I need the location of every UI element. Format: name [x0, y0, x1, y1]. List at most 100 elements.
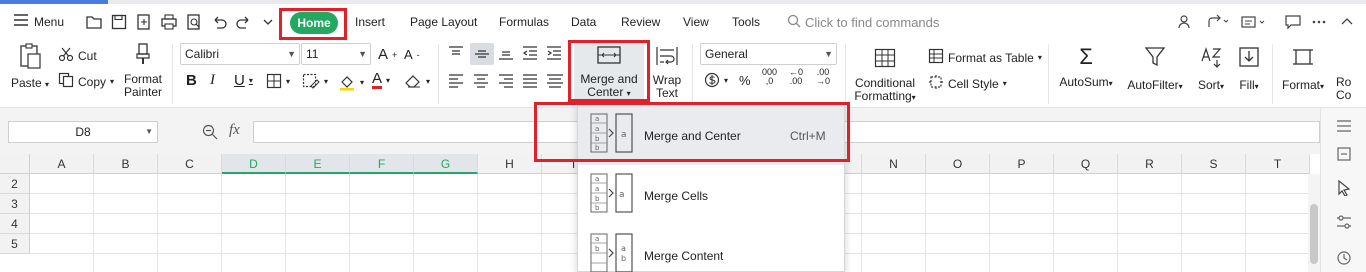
tab-review[interactable]: Review: [621, 15, 660, 29]
decrease-indent-icon[interactable]: [522, 46, 538, 60]
customize-quick-access-icon[interactable]: [262, 13, 280, 31]
tab-home[interactable]: Home: [290, 12, 338, 34]
cut-button[interactable]: Cut: [58, 46, 97, 65]
row-header[interactable]: 5: [0, 234, 30, 254]
select-cursor-icon[interactable]: [1336, 179, 1352, 197]
paste-button[interactable]: Paste ▾: [10, 42, 50, 91]
increase-font-icon[interactable]: A +: [378, 46, 397, 63]
comment-icon[interactable]: [1284, 13, 1302, 31]
increase-indent-icon[interactable]: [546, 46, 562, 60]
side-menu-icon[interactable]: [1336, 118, 1352, 134]
menu-item-merge-and-center[interactable]: aabba Merge and Center Ctrl+M: [578, 105, 844, 165]
format-button[interactable]: Format▾: [1278, 46, 1328, 93]
align-bottom-icon[interactable]: [498, 46, 514, 60]
column-header[interactable]: D: [222, 154, 286, 174]
tab-view[interactable]: View: [683, 15, 709, 29]
menu-item-merge-content[interactable]: abab Merge Content: [578, 225, 844, 272]
autofilter-button[interactable]: AutoFilter▾: [1122, 46, 1188, 93]
row-header[interactable]: 2: [0, 174, 30, 194]
cell-format-icon[interactable]: ▾: [302, 73, 328, 89]
column-header[interactable]: S: [1182, 154, 1246, 174]
settings-sliders-icon[interactable]: [1336, 214, 1352, 230]
decrease-decimal-icon[interactable]: .00 →0: [816, 68, 830, 86]
number-format-select[interactable]: General ▼: [700, 43, 837, 65]
borders-icon[interactable]: ▾: [266, 73, 290, 89]
vertical-scrollbar[interactable]: [1308, 174, 1320, 272]
scrollbar-thumb[interactable]: [1310, 204, 1318, 264]
name-box[interactable]: D8 ▼: [8, 121, 158, 143]
currency-icon[interactable]: ▾: [704, 72, 728, 88]
tab-insert[interactable]: Insert: [355, 15, 385, 29]
merge-and-center-button[interactable]: Merge and Center ▾: [574, 42, 644, 102]
print-icon[interactable]: [160, 13, 178, 31]
align-middle-icon[interactable]: [470, 43, 494, 65]
row-header[interactable]: 3: [0, 194, 30, 214]
column-header[interactable]: R: [1118, 154, 1182, 174]
cell-style-button[interactable]: Cell Style ▾: [928, 74, 1007, 93]
tab-tools[interactable]: Tools: [732, 15, 760, 29]
fill-color-icon[interactable]: ▾: [338, 73, 364, 91]
align-center-icon[interactable]: [473, 74, 489, 88]
insert-function-icon[interactable]: fx: [229, 122, 240, 139]
find-commands-search[interactable]: Click to find commands: [787, 14, 939, 31]
column-header[interactable]: A: [30, 154, 94, 174]
tab-formulas[interactable]: Formulas: [499, 15, 549, 29]
undo-icon[interactable]: [210, 13, 228, 31]
select-all-corner[interactable]: [0, 154, 30, 174]
column-header[interactable]: N: [862, 154, 926, 174]
side-template-icon[interactable]: [1336, 146, 1352, 162]
copy-button[interactable]: Copy ▾: [58, 72, 114, 91]
wrap-text-button[interactable]: Wrap Text: [650, 42, 684, 100]
column-header[interactable]: H: [478, 154, 542, 174]
fill-button[interactable]: Fill▾: [1234, 46, 1264, 93]
menu-item-merge-cells[interactable]: aabba Merge Cells: [578, 165, 844, 225]
main-menu-button[interactable]: Menu: [14, 14, 64, 29]
column-header[interactable]: Q: [1054, 154, 1118, 174]
underline-icon[interactable]: U ▾: [234, 72, 253, 89]
row-header[interactable]: 4: [0, 214, 30, 234]
zoom-icon[interactable]: [202, 124, 218, 143]
align-left-icon[interactable]: [448, 74, 464, 88]
increase-decimal-icon[interactable]: ←0.00: [789, 68, 803, 86]
share-icon[interactable]: [1206, 13, 1229, 31]
sort-button[interactable]: Sort▾: [1194, 46, 1228, 93]
export-pdf-icon[interactable]: [135, 13, 153, 31]
column-header[interactable]: T: [1246, 154, 1310, 174]
justify-icon[interactable]: [522, 74, 538, 88]
column-header[interactable]: G: [414, 154, 478, 174]
column-header[interactable]: C: [158, 154, 222, 174]
print-preview-icon[interactable]: [185, 13, 203, 31]
column-header[interactable]: O: [926, 154, 990, 174]
autosum-button[interactable]: Σ AutoSum▾: [1056, 46, 1116, 90]
column-header[interactable]: F: [350, 154, 414, 174]
format-painter-button[interactable]: Format Painter: [122, 42, 164, 99]
open-folder-icon[interactable]: [85, 13, 103, 31]
font-size-select[interactable]: 11 ▼: [301, 43, 371, 65]
tab-data[interactable]: Data: [571, 15, 596, 29]
sync-icon[interactable]: [1240, 13, 1265, 31]
distributed-icon[interactable]: [546, 74, 564, 88]
rows-and-columns-button[interactable]: Ro Co: [1336, 76, 1366, 102]
percent-icon[interactable]: %: [739, 73, 751, 88]
decrease-font-icon[interactable]: A-: [404, 47, 420, 62]
tab-page-layout[interactable]: Page Layout: [410, 15, 477, 29]
font-name-select[interactable]: Calibri ▼: [180, 43, 300, 65]
column-header[interactable]: B: [94, 154, 158, 174]
more-options-icon[interactable]: [1310, 13, 1328, 31]
redo-icon[interactable]: [235, 13, 253, 31]
collapse-ribbon-icon[interactable]: [1338, 13, 1356, 31]
italic-icon[interactable]: I: [210, 72, 215, 89]
align-top-icon[interactable]: [448, 46, 464, 60]
thousands-separator-icon[interactable]: 000,0: [762, 68, 777, 86]
history-icon[interactable]: [1336, 250, 1352, 266]
align-right-icon[interactable]: [498, 74, 514, 88]
clear-format-icon[interactable]: ▾: [404, 73, 430, 89]
share-user-icon[interactable]: [1176, 13, 1194, 31]
conditional-formatting-button[interactable]: Conditional Formatting▾: [852, 48, 918, 104]
bold-icon[interactable]: B: [186, 72, 197, 89]
column-header[interactable]: P: [990, 154, 1054, 174]
save-icon[interactable]: [110, 13, 128, 31]
font-color-icon[interactable]: A ▾: [372, 71, 390, 89]
column-header[interactable]: E: [286, 154, 350, 174]
format-as-table-button[interactable]: Format as Table ▾: [928, 48, 1042, 67]
